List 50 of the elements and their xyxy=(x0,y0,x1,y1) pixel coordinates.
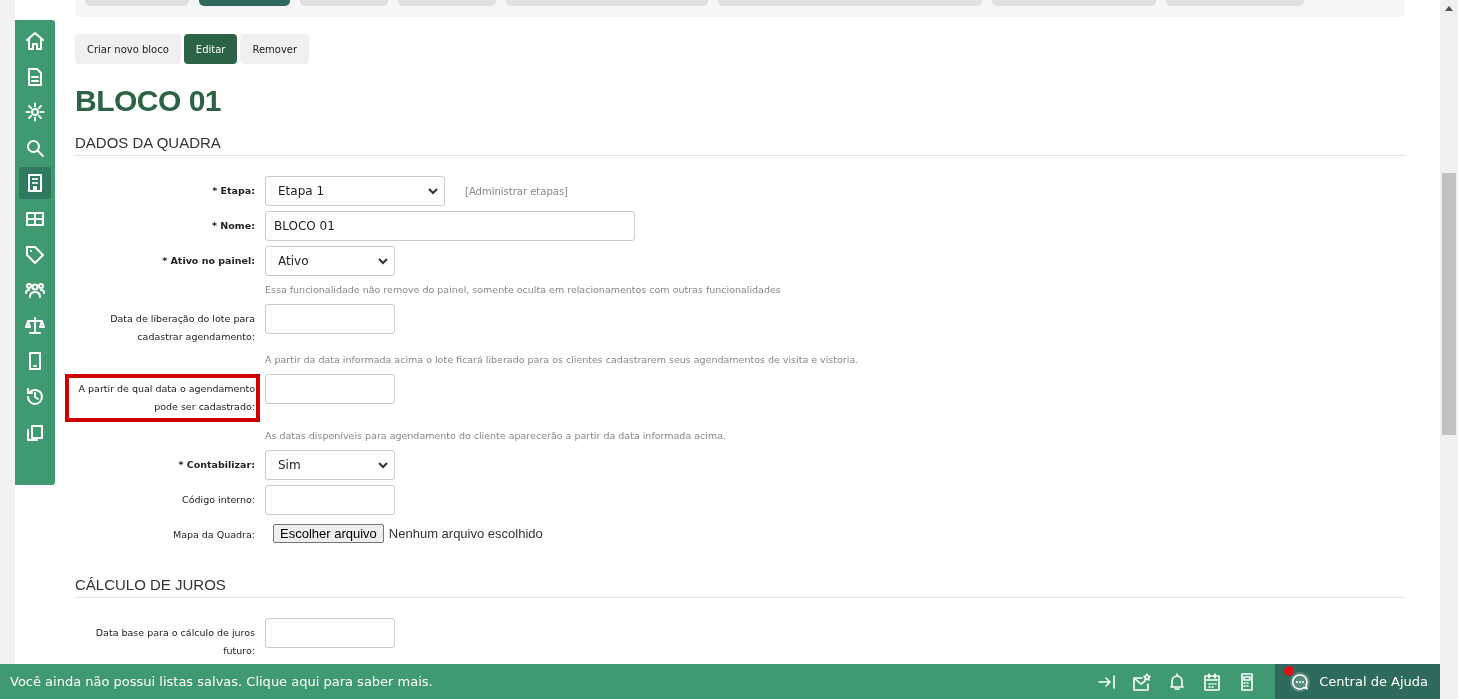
chat-icon xyxy=(1289,670,1312,693)
history-icon xyxy=(25,386,45,407)
chevron-down-icon xyxy=(378,461,388,469)
mail-star-icon[interactable] xyxy=(1132,671,1153,692)
search-icon xyxy=(25,137,45,158)
section-heading: CÁLCULO DE JUROS xyxy=(75,576,227,593)
field-hint: As datas disponíveis para agendamento do cliente aparecerão a partir da data informada acima. xyxy=(265,430,727,441)
chevron-down-icon xyxy=(378,257,388,265)
scale-icon xyxy=(25,315,45,336)
calendar-icon[interactable] xyxy=(1202,671,1223,692)
edit-button[interactable]: Editar xyxy=(183,34,238,64)
manage-link[interactable]: [Administrar etapas] xyxy=(465,185,568,197)
document-icon xyxy=(25,66,45,87)
field-label: Código interno: xyxy=(182,493,255,507)
field-label: * Etapa: xyxy=(212,184,255,198)
input-field[interactable] xyxy=(265,304,395,334)
help-center-button[interactable]: Central de Ajuda xyxy=(1275,664,1440,699)
building-icon xyxy=(25,173,45,194)
input-field[interactable] xyxy=(265,374,395,404)
tab[interactable] xyxy=(199,0,290,6)
file-status: Nenhum arquivo escolhido xyxy=(388,526,543,541)
field-hint: A partir da data informada acima o lote ficará liberado para os clientes cadastrarem seus agendamentos de visita e vistoria. xyxy=(265,354,860,365)
page-title: BLOCO 01 xyxy=(75,84,223,118)
field-label: Data base para o cálculo de juros futuro: xyxy=(94,626,255,658)
field-label: * Ativo no painel: xyxy=(162,254,255,268)
action-button[interactable]: Criar novo bloco xyxy=(75,34,181,64)
chevron-down-icon xyxy=(428,187,438,195)
scrollbar[interactable] xyxy=(1440,0,1458,699)
input-field[interactable]: BLOCO 01 xyxy=(265,211,635,241)
choose-file-button[interactable]: Escolher arquivo xyxy=(273,524,384,543)
home-icon xyxy=(25,31,45,51)
field-label: * Contabilizar: xyxy=(178,458,255,472)
copy-icon xyxy=(25,422,45,443)
select-field[interactable]: Ativo xyxy=(265,246,395,276)
field-label: A partir de qual data o agendamento pode ser cadastrado: xyxy=(65,374,260,422)
field-hint: Essa funcionalidade não remove do painel, somente oculta em relacionamentos com outras funcionalidades xyxy=(265,284,782,295)
select-field[interactable]: Sim xyxy=(265,450,395,480)
scrollbar-thumb[interactable] xyxy=(1442,173,1456,435)
scroll-up-icon[interactable] xyxy=(1445,6,1453,11)
section-heading: DADOS DA QUADRA xyxy=(75,134,222,151)
sidebar-item[interactable] xyxy=(19,167,51,200)
input-field[interactable] xyxy=(265,485,395,515)
field-label: Data de liberação do lote para cadastrar agendamento: xyxy=(109,312,255,344)
action-button[interactable]: Remover xyxy=(240,34,310,64)
field-label: * Nome: xyxy=(212,219,255,233)
field-label: Mapa da Quadra: xyxy=(172,528,255,542)
input-field[interactable] xyxy=(265,618,395,648)
tag-icon xyxy=(25,244,45,265)
select-field[interactable]: Etapa 1 xyxy=(265,176,445,206)
people-icon xyxy=(25,280,45,301)
